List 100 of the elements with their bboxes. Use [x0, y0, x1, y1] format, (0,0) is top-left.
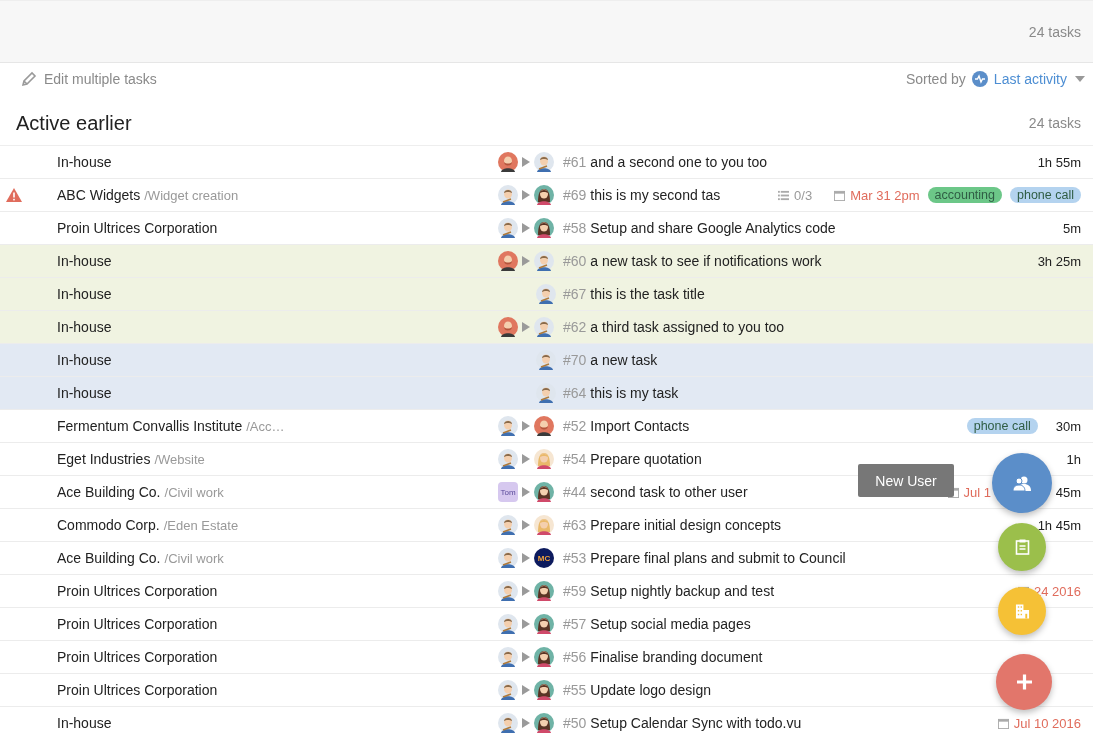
highlighted-row[interactable]: In-house #70 a new task	[0, 344, 1093, 377]
task-title[interactable]: Import Contacts	[590, 418, 690, 434]
task-title[interactable]: Setup nightly backup and test	[590, 583, 775, 599]
user-avatar[interactable]	[534, 185, 554, 205]
task-number: #64	[563, 385, 587, 401]
user-avatar[interactable]	[498, 317, 518, 337]
user-avatar[interactable]: MC	[534, 548, 554, 568]
calendar-icon	[834, 189, 846, 201]
tooltip: New User	[858, 464, 954, 497]
action-button[interactable]	[992, 453, 1052, 513]
project-name[interactable]: Fermentum Convallis Institute	[57, 418, 243, 434]
task-title[interactable]: second task to other user	[590, 484, 748, 500]
project-name[interactable]: Proin Ultrices Corporation	[57, 682, 218, 698]
project-name[interactable]: Eget Industries	[57, 451, 151, 467]
arrow-icon	[522, 586, 530, 596]
user-avatar[interactable]	[534, 152, 554, 172]
project-name[interactable]: Proin Ultrices Corporation	[57, 220, 218, 236]
task-title[interactable]: this is my second tas	[590, 187, 721, 203]
task-number: #52	[563, 418, 587, 434]
task-title[interactable]: Prepare final plans and submit to Council	[590, 550, 846, 566]
task-title[interactable]: Prepare quotation	[590, 451, 702, 467]
task-title[interactable]: Finalise branding document	[590, 649, 763, 665]
user-avatar[interactable]	[534, 713, 554, 733]
user-avatar[interactable]	[534, 416, 554, 436]
project-name[interactable]: Proin Ultrices Corporation	[57, 616, 218, 632]
user-avatar[interactable]	[534, 218, 554, 238]
task-title[interactable]: Setup and share Google Analytics code	[590, 220, 836, 236]
tag-label[interactable]: phone call	[1010, 187, 1081, 203]
task-title[interactable]: a third task assigned to you too	[590, 319, 785, 335]
project-name[interactable]: In-house	[57, 286, 112, 302]
arrow-icon	[522, 652, 530, 662]
user-avatar[interactable]	[498, 713, 518, 733]
highlighted-row[interactable]: In-house #67 this is the task title	[0, 278, 1093, 311]
arrow-icon	[522, 190, 530, 200]
task-title[interactable]: Setup Calendar Sync with todo.vu	[590, 715, 802, 731]
task-title[interactable]: a new task	[590, 352, 658, 368]
highlighted-row[interactable]: In-house #62 a third task assigned to you too	[0, 311, 1093, 344]
task-title[interactable]: Setup social media pages	[590, 616, 751, 632]
clipboard-icon	[1014, 539, 1030, 555]
project-name[interactable]: In-house	[57, 352, 112, 368]
arrow-icon	[522, 223, 530, 233]
project-name[interactable]: In-house	[57, 319, 112, 335]
user-avatar[interactable]	[498, 614, 518, 634]
project-name[interactable]: Commodo Corp.	[57, 517, 160, 533]
user-avatar[interactable]	[534, 614, 554, 634]
user-avatar[interactable]	[498, 218, 518, 238]
tag-label[interactable]: phone call	[966, 418, 1038, 434]
user-avatar[interactable]	[498, 581, 518, 601]
user-avatar[interactable]	[498, 251, 518, 271]
task-number: #67	[563, 286, 587, 302]
task-number: #61	[563, 154, 587, 170]
user-avatar[interactable]	[498, 647, 518, 667]
caret-icon	[1075, 76, 1085, 82]
highlighted-row[interactable]: In-house #64 this is my task	[0, 377, 1093, 410]
task-title[interactable]: Prepare initial design concepts	[590, 517, 782, 533]
task-title[interactable]: this is my task	[590, 385, 679, 401]
time-spent: 45m	[1054, 484, 1081, 500]
checklist-count: 0/3	[778, 187, 813, 203]
plus-icon	[1016, 674, 1032, 690]
section-count: 24 tasks	[1028, 115, 1081, 131]
project-name[interactable]: Ace Building Co.	[57, 550, 161, 566]
user-avatar[interactable]	[534, 680, 554, 700]
task-number: #58	[563, 220, 587, 236]
due-date: Mar 31 2pm	[834, 187, 920, 203]
project-name[interactable]: In-house	[57, 154, 112, 170]
user-avatar[interactable]: Tom	[498, 482, 518, 502]
users-icon	[1012, 475, 1032, 491]
arrow-icon	[522, 487, 530, 497]
task-title[interactable]: and a second one to you too	[590, 154, 768, 170]
user-avatar[interactable]	[498, 449, 518, 469]
user-avatar[interactable]	[498, 515, 518, 535]
task-title[interactable]: a new task to see if notifications work	[590, 253, 822, 269]
user-avatar[interactable]	[534, 647, 554, 667]
tag-label[interactable]: accounting	[927, 187, 1002, 203]
action-button[interactable]	[996, 654, 1052, 710]
user-avatar[interactable]	[498, 680, 518, 700]
task-title[interactable]: Update logo design	[590, 682, 711, 698]
user-avatar[interactable]	[534, 581, 554, 601]
pencil-icon	[21, 71, 37, 87]
user-avatar[interactable]	[498, 548, 518, 568]
project-name[interactable]: In-house	[57, 253, 112, 269]
sorted-by-label: Sorted by	[905, 71, 966, 87]
arrow-icon	[522, 454, 530, 464]
project-name[interactable]: In-house	[57, 385, 112, 401]
task-number: #59	[563, 583, 587, 599]
project-name[interactable]: Ace Building Co.	[57, 484, 161, 500]
user-avatar[interactable]	[498, 416, 518, 436]
sort-dropdown[interactable]: Last activity	[993, 71, 1085, 87]
project-name[interactable]: ABC Widgets	[57, 187, 141, 203]
task-title[interactable]: this is the task title	[590, 286, 705, 302]
user-avatar[interactable]	[534, 482, 554, 502]
highlighted-row[interactable]: In-house #60 a new task to see if notifications work 3h 25m	[0, 245, 1093, 278]
project-name[interactable]: Proin Ultrices Corporation	[57, 649, 218, 665]
edit-multiple-button[interactable]: Edit multiple tasks	[21, 71, 157, 87]
arrow-icon	[522, 421, 530, 431]
user-avatar[interactable]	[498, 185, 518, 205]
project-name[interactable]: Proin Ultrices Corporation	[57, 583, 218, 599]
user-avatar[interactable]	[498, 152, 518, 172]
list-icon	[778, 189, 790, 201]
project-name[interactable]: In-house	[57, 715, 112, 731]
